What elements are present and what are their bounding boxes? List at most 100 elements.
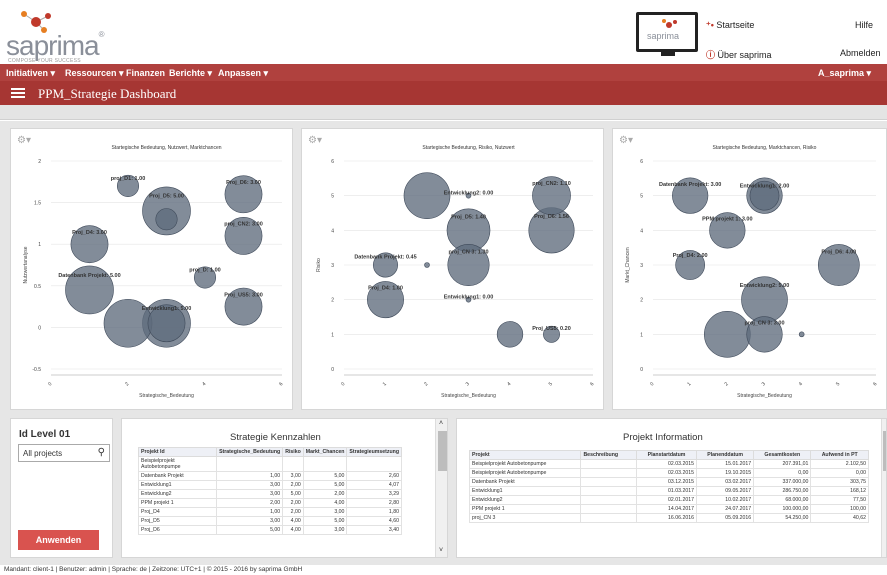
menu-berichte[interactable]: Berichte ▾ bbox=[169, 68, 212, 79]
table-cell: Datenbank Projekt bbox=[137, 471, 218, 481]
projekt-info-scroll-thumb[interactable] bbox=[883, 431, 886, 471]
table-row[interactable]: Beispielprojekt Autobetonpumpe 02.03.2015… bbox=[468, 459, 869, 469]
bubble-point[interactable] bbox=[155, 208, 178, 231]
table-row[interactable]: Entwicklung2 3,00 5,00 2,00 3,29 bbox=[137, 489, 402, 499]
table-cell: PPM projekt 1 bbox=[468, 504, 582, 514]
chart-panel-3: ⚙▾ Startegische Bedeutung, Marktchancen,… bbox=[612, 128, 887, 410]
kennzahlen-column-header[interactable]: Markt_Chancen bbox=[302, 447, 348, 457]
home-icon: ⁺• bbox=[706, 20, 714, 30]
user-menu[interactable]: A_saprima ▾ bbox=[818, 68, 871, 79]
table-cell: Datenbank Projekt bbox=[468, 477, 582, 487]
x-tick-label: 1 bbox=[686, 381, 692, 387]
table-row[interactable]: Datenbank Projekt 1,00 3,00 5,00 2,60 bbox=[137, 471, 402, 481]
table-row[interactable]: Entwicklung1 01.03.2017 09.05.2017 286.750,… bbox=[468, 486, 869, 496]
bubble-label: Entwicklung1: 5.00 bbox=[142, 306, 192, 312]
projekt-info-column-header[interactable]: Planstartdatum bbox=[635, 450, 698, 460]
table-cell: 5,00 bbox=[302, 471, 348, 481]
table-row[interactable]: Proj_D4 1,00 2,00 3,00 1,80 bbox=[137, 507, 402, 517]
help-link[interactable]: Hilfe bbox=[855, 20, 873, 30]
x-tick-label: 6 bbox=[589, 381, 595, 387]
top-header: saprima® COMPOSE YOUR SUCCESS saprima ⁺•… bbox=[0, 0, 887, 64]
bubble-point[interactable] bbox=[496, 321, 524, 348]
scroll-up-icon[interactable]: ˄ bbox=[439, 420, 443, 427]
table-row[interactable]: Entwicklung1 3,00 2,00 5,00 4,07 bbox=[137, 480, 402, 490]
kennzahlen-column-header[interactable]: Projekt Id bbox=[137, 447, 218, 457]
y-tick-label: 3 bbox=[331, 263, 334, 269]
table-row[interactable]: Beispielprojekt Autobetonpumpe bbox=[137, 456, 402, 472]
y-tick-label: 2 bbox=[331, 298, 334, 304]
bubble-chart-risiko: Startegische Bedeutung, Risiko, Nutzwert… bbox=[316, 145, 596, 399]
table-cell: 05.09.2016 bbox=[696, 513, 755, 523]
project-filter-input[interactable]: All projects ⚲ bbox=[18, 444, 110, 462]
bubble-point[interactable] bbox=[798, 331, 805, 338]
kennzahlen-column-header[interactable]: Risiko bbox=[282, 447, 304, 457]
projekt-info-column-header[interactable]: Aufwend in PT bbox=[810, 450, 869, 460]
bubble-label: Proj_D6: 4.00 bbox=[821, 250, 856, 256]
table-cell: 100.000,00 bbox=[753, 504, 812, 514]
projekt-info-column-header[interactable]: Projekt bbox=[468, 450, 582, 460]
bubble-point[interactable] bbox=[424, 262, 430, 268]
menu-ressourcen[interactable]: Ressourcen ▾ bbox=[65, 68, 124, 79]
y-tick-label: 1 bbox=[331, 332, 334, 338]
x-tick-label: 3 bbox=[465, 381, 471, 387]
x-tick-label: 2 bbox=[423, 381, 429, 387]
table-cell: 54.250,00 bbox=[753, 513, 812, 523]
table-cell: 2,00 bbox=[282, 480, 304, 490]
table-row[interactable]: Beispielprojekt Autobetonpumpe 02.03.2015… bbox=[468, 468, 869, 478]
bubble-label: PPM projekt 1: 3.00 bbox=[702, 217, 752, 223]
x-tick-label: 4 bbox=[798, 381, 804, 387]
projekt-info-column-header[interactable]: Planenddatum bbox=[696, 450, 755, 460]
bubble-chart-nutzwert: Startegische Bedeutung, Nutzwert, Marktc… bbox=[23, 145, 285, 399]
kennzahlen-column-header[interactable]: Strategieumsetzung bbox=[346, 447, 402, 457]
chart-title: Startegische Bedeutung, Nutzwert, Marktc… bbox=[111, 145, 221, 151]
y-tick-label: 5 bbox=[640, 194, 643, 200]
table-row[interactable]: Datenbank Projekt 03.12.2015 03.02.2017 337… bbox=[468, 477, 869, 487]
menu-anpassen[interactable]: Anpassen ▾ bbox=[218, 68, 268, 79]
table-cell: 2,80 bbox=[346, 498, 402, 508]
table-row[interactable]: proj_CN 3 16.06.2016 05.09.2016 54.250,00 40… bbox=[468, 513, 869, 523]
table-row[interactable]: PPM projekt 1 14.04.2017 24.07.2017 100.000… bbox=[468, 504, 869, 514]
y-tick-label: 4 bbox=[331, 228, 334, 234]
saprima-logo[interactable]: saprima® COMPOSE YOUR SUCCESS bbox=[6, 8, 116, 64]
table-cell: 4,07 bbox=[346, 480, 402, 490]
table-cell: Proj_D5 bbox=[137, 516, 218, 526]
projekt-info-column-header[interactable]: Beschreibung bbox=[580, 450, 637, 460]
scroll-down-icon[interactable]: ˅ bbox=[439, 547, 443, 554]
search-icon[interactable]: ⚲ bbox=[98, 447, 105, 458]
about-link[interactable]: ⓘ Über saprima bbox=[706, 48, 772, 61]
projekt-info-scrollbar[interactable] bbox=[881, 419, 886, 557]
table-cell: 5,00 bbox=[302, 516, 348, 526]
table-cell: 03.12.2015 bbox=[635, 477, 698, 487]
projekt-info-column-header[interactable]: Gesamtkosten bbox=[753, 450, 812, 460]
menu-finanzen[interactable]: Finanzen bbox=[126, 68, 165, 78]
table-row[interactable]: Proj_D5 3,00 4,00 5,00 4,60 bbox=[137, 516, 402, 526]
table-cell: 01.03.2017 bbox=[635, 486, 698, 496]
bubble-label: proj_D1: 1.00 bbox=[111, 176, 146, 182]
bubble-label: Proj_D4: 3.00 bbox=[72, 230, 107, 236]
x-axis-label: Strategische_Bedeutung bbox=[441, 393, 496, 399]
bubble-point[interactable] bbox=[704, 311, 751, 358]
table-cell: 3,00 bbox=[216, 489, 284, 499]
table-cell: 24.07.2017 bbox=[696, 504, 755, 514]
table-row[interactable]: Entwicklung2 02.01.2017 10.02.2017 68.000,0… bbox=[468, 495, 869, 505]
y-axis-label: Nutzwertanalyse bbox=[23, 246, 29, 283]
table-cell: Entwicklung1 bbox=[468, 486, 582, 496]
apply-button[interactable]: Anwenden bbox=[18, 530, 99, 550]
table-cell bbox=[580, 513, 637, 523]
table-cell: 02.03.2015 bbox=[635, 468, 698, 478]
bubble-chart-marktchancen: Startegische Bedeutung, Marktchancen, Ri… bbox=[625, 145, 879, 399]
hamburger-menu-icon[interactable] bbox=[11, 88, 25, 98]
projekt-info-title: Projekt Information bbox=[623, 432, 703, 443]
table-row[interactable]: PPM projekt 1 2,00 2,00 4,00 2,80 bbox=[137, 498, 402, 508]
table-row[interactable]: Proj_D6 5,00 4,00 3,00 3,40 bbox=[137, 525, 402, 535]
home-link[interactable]: ⁺• Startseite bbox=[706, 20, 754, 31]
kennzahlen-header-row: Projekt Id Strategische_Bedeutung Risiko Ma… bbox=[137, 447, 402, 457]
kennzahlen-scrollbar[interactable]: ˄ ˅ bbox=[435, 419, 447, 557]
table-cell: 168,12 bbox=[810, 486, 869, 496]
logout-link[interactable]: Abmelden bbox=[840, 48, 881, 58]
kennzahlen-scroll-thumb[interactable] bbox=[438, 431, 447, 471]
menu-initiativen[interactable]: Initiativen ▾ bbox=[6, 68, 55, 79]
table-cell: 19.10.2015 bbox=[696, 468, 755, 478]
table-cell: 03.02.2017 bbox=[696, 477, 755, 487]
kennzahlen-column-header[interactable]: Strategische_Bedeutung bbox=[216, 447, 284, 457]
